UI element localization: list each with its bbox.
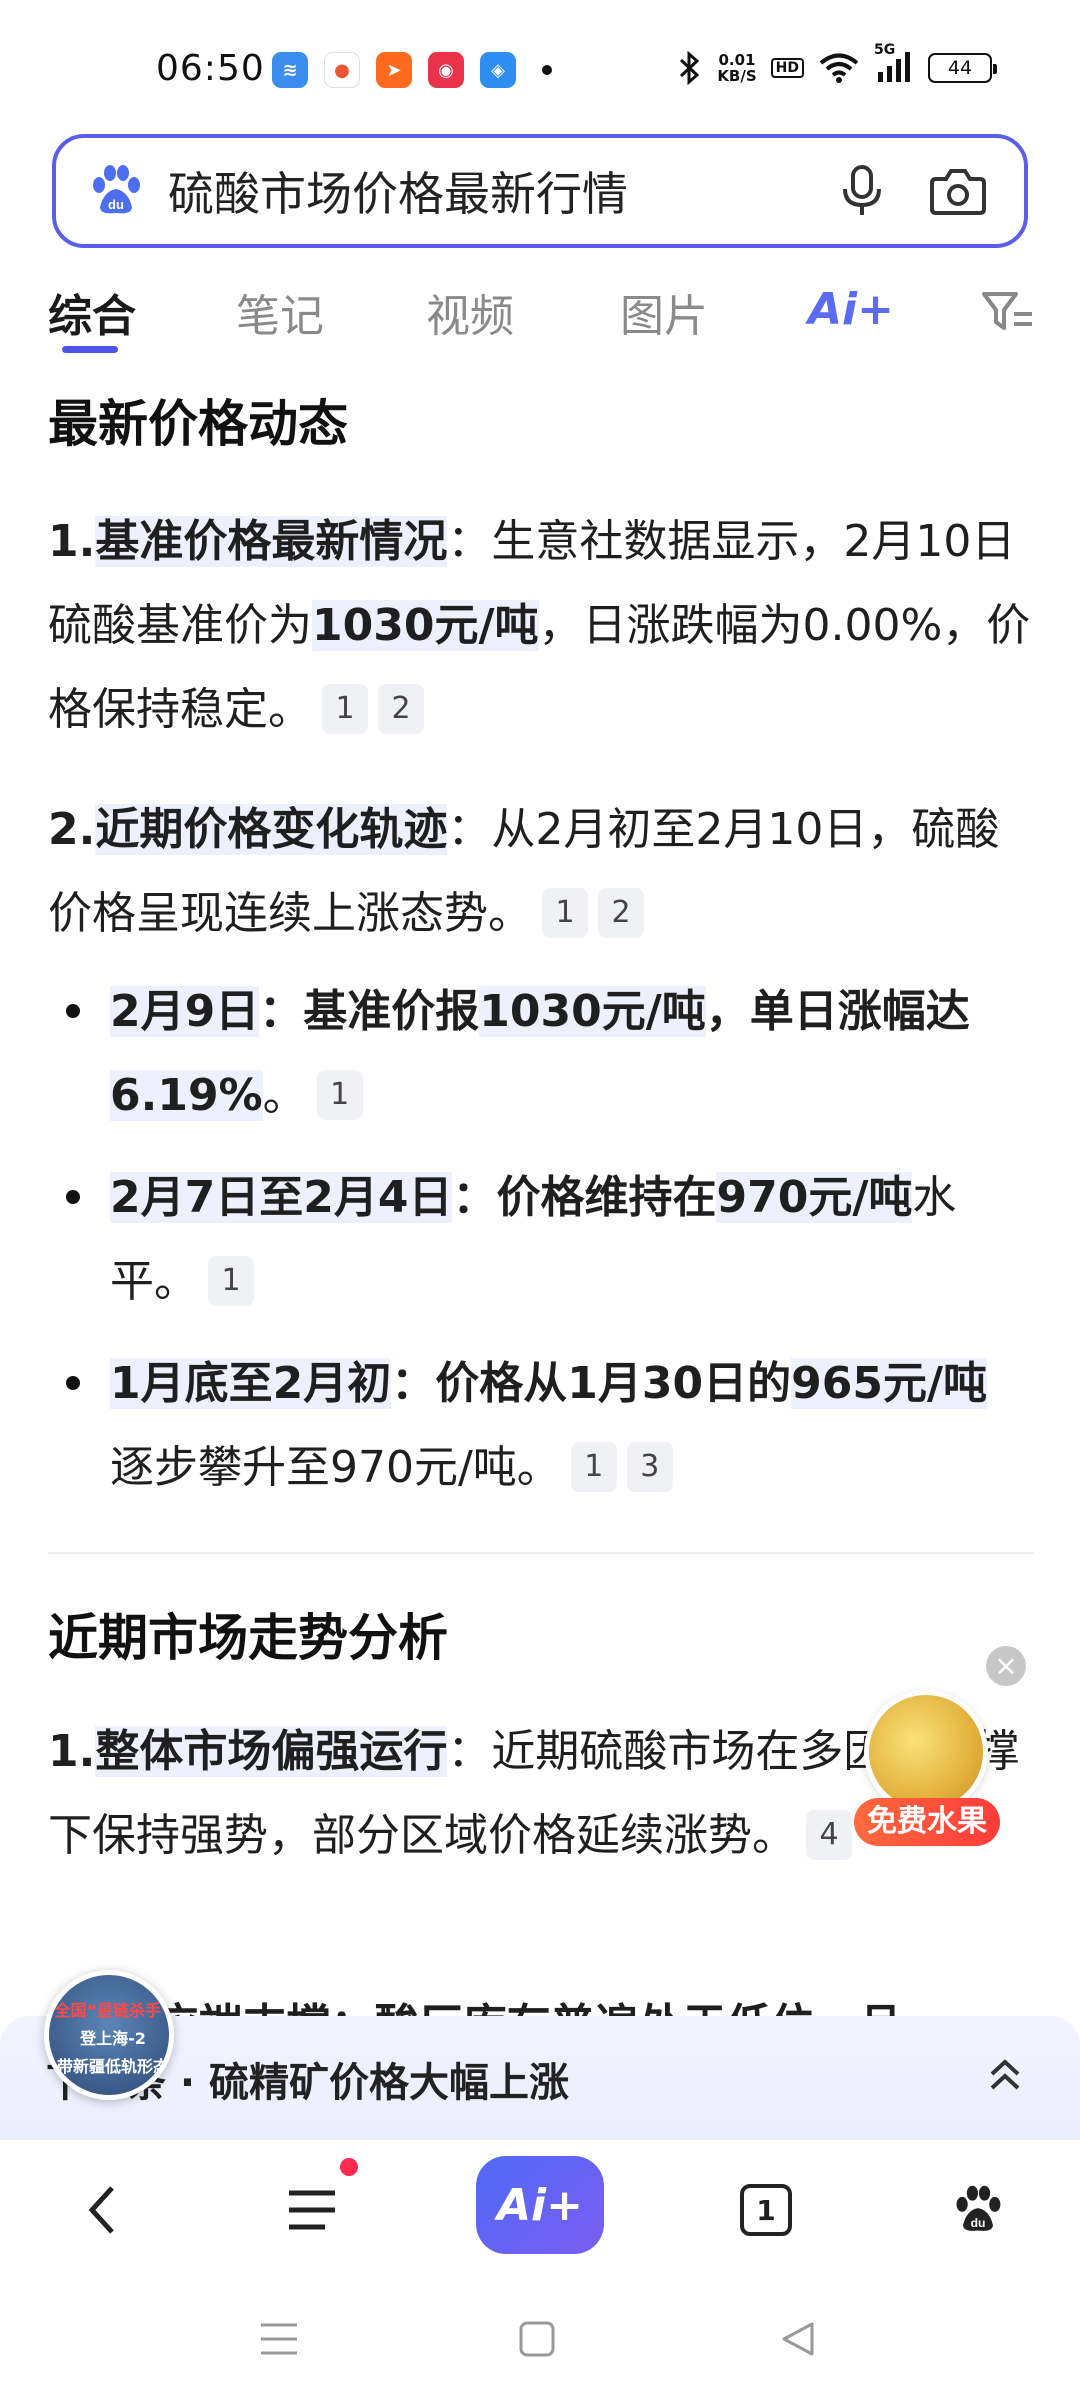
more-notifications-icon — [542, 65, 552, 75]
map-notification-icon: ● — [324, 52, 360, 88]
live-video-avatar[interactable]: 全国“星链杀手” 登上海-2 带新疆低轨形态 — [44, 1970, 174, 2100]
baidu-paw-icon: du — [93, 165, 140, 214]
section-divider — [48, 1552, 1034, 1554]
tab-count: 1 — [740, 2184, 792, 2236]
citation-badge[interactable]: 2 — [378, 684, 424, 734]
answer-item-1: 1.基准价格最新情况：生意社数据显示，2月10日硫酸基准价为1030元/吨，日涨… — [48, 500, 1038, 752]
bullet-text: ，单日涨幅达 — [705, 986, 970, 1037]
item-heading: 基准价格最新情况 — [95, 516, 448, 567]
shop-notification-icon: ◉ — [428, 52, 464, 88]
bullet-text: ：价格维持在 — [452, 1172, 717, 1223]
app-notification-icon: ≋ — [272, 52, 308, 88]
filter-icon[interactable] — [980, 288, 1040, 338]
search-input[interactable]: 硫酸市场价格最新行情 — [168, 158, 832, 224]
mic-icon[interactable] — [832, 161, 892, 221]
home-button[interactable] — [512, 2314, 562, 2364]
hd-badge: HD — [770, 58, 804, 78]
ai-assistant-button[interactable]: Ai+ — [476, 2156, 604, 2254]
item-heading: 整体市场偏强运行 — [95, 1726, 448, 1777]
section-title: 最新价格动态 — [48, 395, 348, 453]
tabs-button[interactable]: 1 — [726, 2170, 806, 2250]
chevron-up-icon[interactable] — [980, 2052, 1030, 2102]
live-avatar-caption: 全国“星链杀手” — [54, 2001, 172, 2020]
live-avatar-caption: 带新疆低轨形态 — [56, 2057, 169, 2076]
tab-active-indicator — [62, 346, 118, 353]
baidu-paw-icon: du — [956, 2185, 1001, 2231]
system-nav-bar — [0, 2270, 1080, 2400]
citation-badge[interactable]: 1 — [570, 1442, 617, 1492]
citation-badge[interactable]: 1 — [322, 684, 368, 734]
tab-all[interactable]: 综合 — [48, 280, 136, 344]
send-notification-icon: ➤ — [376, 52, 412, 88]
fruit-promo[interactable]: 免费水果 — [854, 1690, 1004, 1860]
citation-badge[interactable]: 1 — [208, 1256, 254, 1306]
system-back-button[interactable] — [772, 2314, 822, 2364]
bullet-heading: 2月7日至2月4日 — [110, 1172, 453, 1223]
bullet-highlight: 965元/吨 — [791, 1358, 988, 1409]
bluetooth-icon — [680, 51, 700, 85]
battery-icon: 44 — [928, 53, 997, 83]
bullet-item: 2月9日：基准价报1030元/吨，单日涨幅达 6.19%。 1 — [66, 970, 1030, 1138]
bullet-highlight: 1030元/吨 — [479, 986, 706, 1037]
search-tabs: 综合 笔记 视频 图片 Ai+ — [0, 270, 1080, 360]
tab-notes[interactable]: 笔记 — [236, 280, 324, 344]
status-time: 06:50 — [156, 48, 265, 89]
wifi-icon — [819, 53, 859, 83]
bullet-highlight: 970元/吨 — [716, 1172, 913, 1223]
bullet-text: ：基准价报 — [259, 986, 480, 1037]
item-number: 2. — [48, 804, 96, 855]
item-highlight: 1030元/吨 — [312, 600, 539, 651]
citation-badge[interactable]: 4 — [806, 1810, 852, 1860]
back-button[interactable] — [62, 2170, 142, 2250]
status-notification-icons: ≋ ● ➤ ◉ ◈ — [272, 52, 552, 88]
live-avatar-caption: 登上海-2 — [80, 2029, 146, 2048]
baidu-home-button[interactable]: du — [938, 2170, 1018, 2250]
status-bar: 06:50 ≋ ● ➤ ◉ ◈ 0.01 KB/S HD 5G 44 — [0, 0, 1080, 130]
net-speed: 0.01 KB/S — [717, 52, 756, 84]
bullet-highlight: 6.19% — [110, 1070, 263, 1121]
net-speed-unit: KB/S — [717, 67, 757, 85]
net-speed-value: 0.01 — [718, 51, 756, 69]
notification-dot — [340, 2158, 358, 2176]
status-system-icons: 0.01 KB/S HD 5G 44 — [677, 42, 997, 86]
section-title: 近期市场走势分析 — [48, 1609, 448, 1667]
menu-button[interactable] — [272, 2170, 352, 2250]
fruit-promo-image — [864, 1690, 988, 1814]
tab-videos[interactable]: 视频 — [426, 280, 514, 344]
recents-button[interactable] — [254, 2314, 304, 2364]
signal-label: 5G — [874, 42, 896, 58]
camera-icon[interactable] — [928, 161, 988, 221]
bullet-item: 2月7日至2月4日：价格维持在970元/吨水平。 1 — [66, 1156, 1030, 1324]
tab-ai[interactable]: Ai+ — [808, 284, 894, 335]
item-number: 1. — [48, 516, 96, 567]
bullet-item: 1月底至2月初：价格从1月30日的965元/吨逐步攀升至970元/吨。 1 3 — [66, 1342, 1030, 1510]
citation-badge[interactable]: 2 — [598, 888, 644, 938]
tab-images[interactable]: 图片 — [620, 280, 708, 344]
answer-item-2: 2.近期价格变化轨迹：从2月初至2月10日，硫酸价格呈现连续上涨态势。 1 2 — [48, 788, 1038, 956]
battery-level: 44 — [947, 57, 973, 79]
citation-badge[interactable]: 3 — [626, 1442, 673, 1492]
search-box[interactable]: du 硫酸市场价格最新行情 — [52, 134, 1028, 248]
fruit-promo-label: 免费水果 — [854, 1798, 1000, 1846]
item-heading: 近期价格变化轨迹 — [95, 804, 448, 855]
bullet-heading: 2月9日 — [110, 986, 260, 1037]
signal-indicator: 5G — [874, 42, 914, 86]
bullet-text: ：价格从1月30日的 — [391, 1358, 792, 1409]
citation-badge[interactable]: 1 — [316, 1070, 363, 1120]
bullet-text: 逐步攀升至970元/吨。 — [110, 1442, 561, 1493]
bullet-heading: 1月底至2月初 — [110, 1358, 392, 1409]
bottom-nav: Ai+ 1 du — [0, 2140, 1080, 2270]
svg-text:du: du — [971, 2216, 986, 2230]
shield-notification-icon: ◈ — [480, 52, 516, 88]
citation-badge[interactable]: 1 — [542, 888, 588, 938]
item-number: 1. — [48, 1726, 96, 1777]
bullet-text: 。 — [262, 1070, 307, 1121]
close-icon[interactable]: × — [986, 1646, 1026, 1686]
svg-text:du: du — [108, 197, 124, 212]
